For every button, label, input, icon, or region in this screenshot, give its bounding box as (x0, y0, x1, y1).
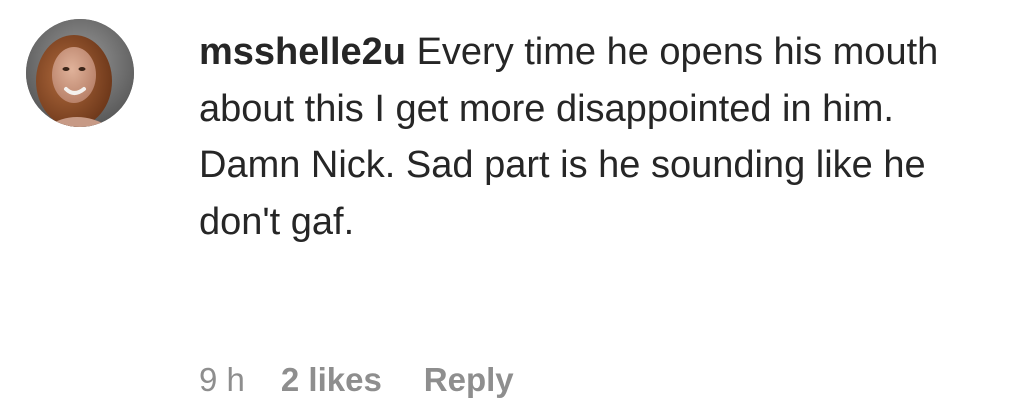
comment: msshelle2u Every time he opens his mouth… (0, 0, 1024, 420)
avatar[interactable] (26, 19, 134, 127)
reply-button[interactable]: Reply (424, 361, 514, 399)
username[interactable]: msshelle2u (199, 31, 406, 73)
comment-body: msshelle2u Every time he opens his mouth… (199, 24, 999, 250)
likes-count-button[interactable]: 2 likes (281, 361, 382, 399)
timestamp: 9 h (199, 361, 245, 398)
comment-meta: 9 h 2 likes Reply (199, 358, 514, 402)
profile-photo-icon (26, 19, 134, 127)
